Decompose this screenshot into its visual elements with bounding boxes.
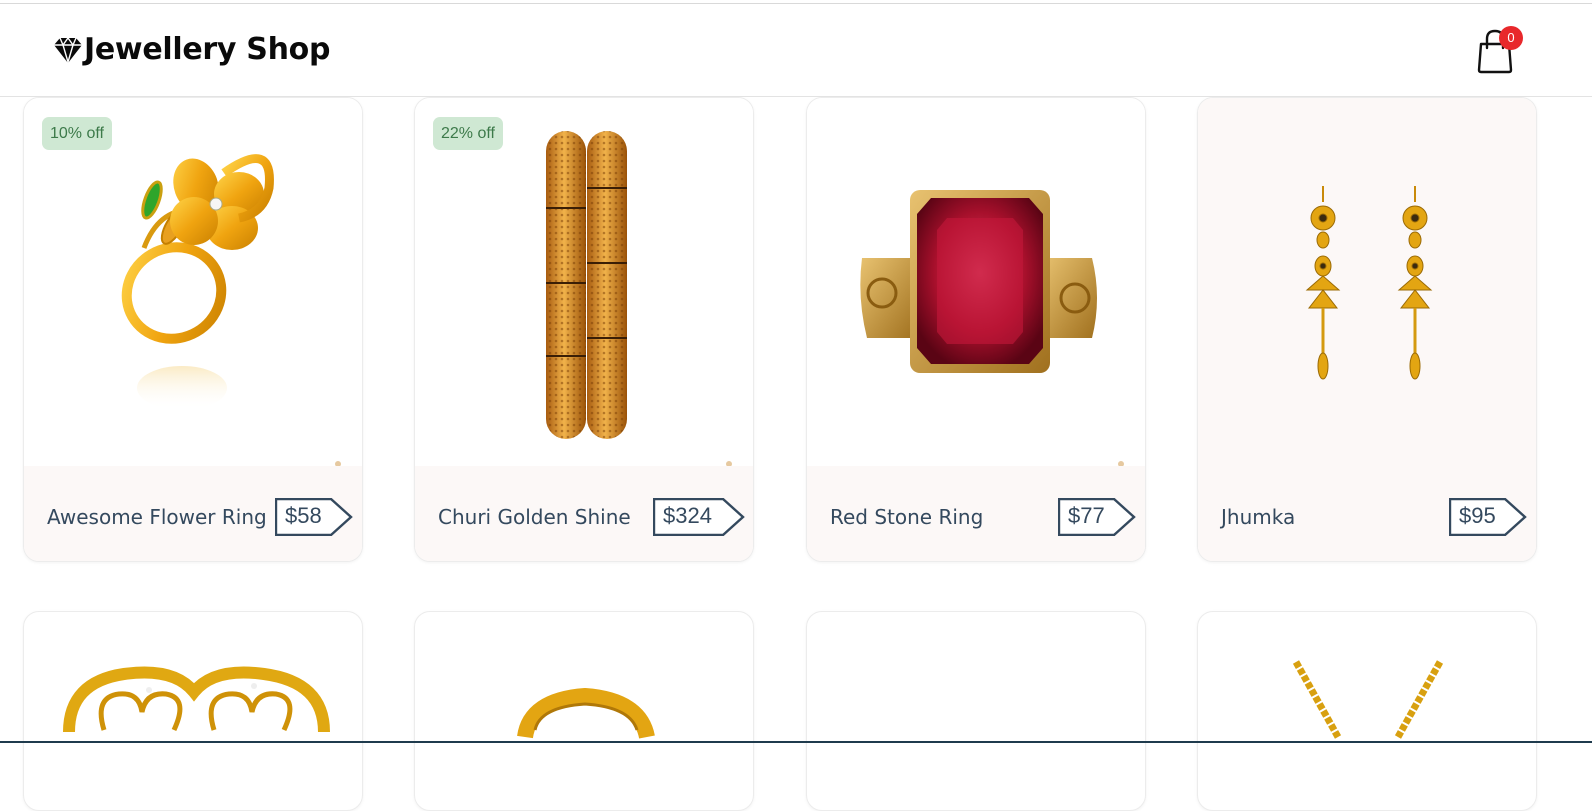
brand[interactable]: Jewellery Shop xyxy=(53,32,330,67)
red-stone-ring-image xyxy=(860,190,1124,467)
product-image[interactable] xyxy=(415,98,753,467)
price-tag[interactable]: $58 xyxy=(275,498,353,536)
product-card[interactable]: Jhumka $95 xyxy=(1197,97,1537,562)
product-card[interactable] xyxy=(23,611,363,811)
product-price: $58 xyxy=(285,503,322,528)
cart-count-badge: 0 xyxy=(1499,26,1523,50)
product-card[interactable]: Red Stone Ring $77 xyxy=(806,97,1146,562)
price-tag[interactable]: $324 xyxy=(653,498,745,536)
product-card[interactable]: 22% off Churi Golden Shine $324 xyxy=(414,97,754,562)
diamond-icon xyxy=(54,36,82,64)
gold-heart-ring-image xyxy=(63,666,330,733)
gold-band-ring-image xyxy=(517,687,655,739)
product-price: $77 xyxy=(1068,503,1105,528)
discount-badge: 10% off xyxy=(42,117,112,150)
gold-chain-image xyxy=(1292,660,1444,739)
product-price: $95 xyxy=(1459,503,1496,528)
gold-jhumka-earrings-image xyxy=(1305,186,1433,380)
product-price: $324 xyxy=(663,503,712,528)
product-image[interactable] xyxy=(807,98,1145,467)
discount-badge: 22% off xyxy=(433,117,503,150)
product-name[interactable]: Churi Golden Shine xyxy=(438,505,631,529)
gold-bangles-image xyxy=(546,131,732,467)
product-card[interactable] xyxy=(1197,611,1537,811)
product-card[interactable]: 10% off Awesome Flower Ring $58 xyxy=(23,97,363,562)
product-name[interactable]: Red Stone Ring xyxy=(830,505,983,529)
product-image[interactable] xyxy=(24,98,362,467)
product-name[interactable]: Jhumka xyxy=(1221,505,1295,529)
product-card[interactable] xyxy=(806,611,1146,811)
price-tag[interactable]: $77 xyxy=(1058,498,1136,536)
brand-title: Jewellery Shop xyxy=(84,32,331,67)
site-header: Jewellery Shop 0 xyxy=(0,4,1592,97)
cart-button[interactable]: 0 xyxy=(1475,26,1525,74)
price-tag[interactable]: $95 xyxy=(1449,498,1527,536)
product-card[interactable] xyxy=(414,611,754,811)
product-image[interactable] xyxy=(1198,98,1536,466)
product-name[interactable]: Awesome Flower Ring xyxy=(47,505,267,529)
gold-flower-ring-image xyxy=(121,154,341,467)
